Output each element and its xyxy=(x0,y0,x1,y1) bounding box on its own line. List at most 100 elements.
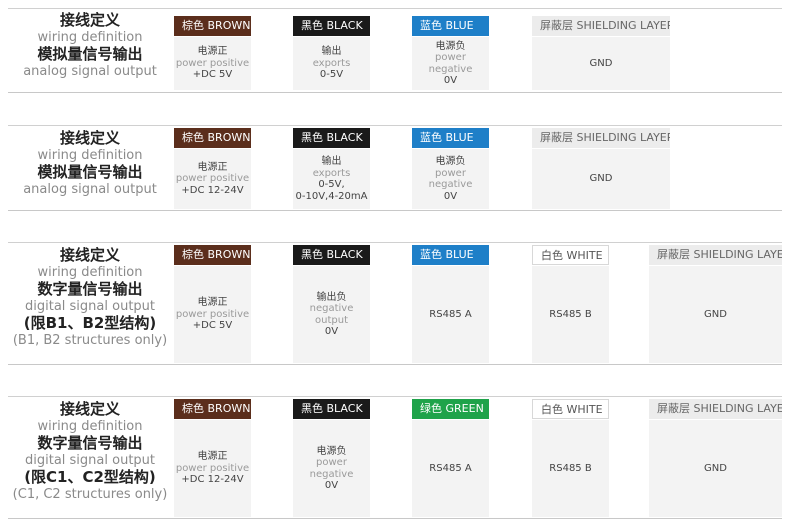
header-en: BROWN xyxy=(207,402,251,415)
label-line: 接线定义 xyxy=(59,129,120,147)
cell-blue: 电源负 power negative 0V xyxy=(412,149,489,209)
cell-white: RS485 B xyxy=(532,266,609,363)
cell-black: 输出 exports 0-5V, 0-10V,4-20mA xyxy=(293,149,370,209)
header-en: GREEN xyxy=(445,402,484,415)
header-cn: 黑色 xyxy=(301,131,323,144)
cell-white: RS485 B xyxy=(532,420,609,517)
label-line: 模拟量信号输出 xyxy=(37,163,143,181)
cell-blue: RS485 A xyxy=(412,266,489,363)
header-en: BLACK xyxy=(326,402,363,415)
header-en: WHITE xyxy=(566,403,603,416)
header-shield: 屏蔽层 SHIELDING LAYER xyxy=(532,128,670,148)
cell-black: 电源负 power negative 0V xyxy=(293,420,370,517)
cell-en: negative output xyxy=(309,303,354,326)
header-en: BLUE xyxy=(445,19,474,32)
header-en: BLACK xyxy=(326,248,363,261)
cell-brown: 电源正 power positive +DC 5V xyxy=(174,37,251,90)
header-cn: 棕色 xyxy=(182,131,204,144)
header-cn: 屏蔽层 xyxy=(540,131,573,144)
label-line: analog signal output xyxy=(23,182,157,197)
cell-cn: 电源负 xyxy=(435,156,466,167)
header-en: BROWN xyxy=(207,19,251,32)
header-cn: 棕色 xyxy=(182,248,204,261)
label-line: wiring definition xyxy=(37,30,143,45)
cell-value: RS485 B xyxy=(549,462,592,474)
cell-en: power negative xyxy=(428,52,473,75)
table-label: 接线定义 wiring definition 模拟量信号输出 analog si… xyxy=(8,12,172,80)
cell-value: 0-5V xyxy=(319,69,344,81)
header-shield: 屏蔽层 SHIELDING LAYER xyxy=(649,399,782,419)
header-en: BLACK xyxy=(326,19,363,32)
header-blue: 蓝色 BLUE xyxy=(412,128,489,148)
header-cn: 绿色 xyxy=(420,402,442,415)
cell-en: power positive xyxy=(175,462,250,474)
cell-shield: GND xyxy=(532,37,670,90)
cell-en: power positive xyxy=(175,173,250,185)
label-line: 接线定义 xyxy=(59,11,120,29)
wiring-table-4: 接线定义 wiring definition 数字量信号输出 digital s… xyxy=(8,396,782,519)
header-en: BLUE xyxy=(445,131,474,144)
cell-value: GND xyxy=(589,173,613,185)
label-line: wiring definition xyxy=(37,148,143,163)
header-cn: 黑色 xyxy=(301,248,323,261)
cell-en: power negative xyxy=(428,167,473,191)
header-blue: 蓝色 BLUE xyxy=(412,16,489,36)
header-en: BLACK xyxy=(326,131,363,144)
cell-en: power positive xyxy=(175,308,250,320)
cell-cn: 电源正 xyxy=(197,161,228,173)
header-cn: 白色 xyxy=(541,249,563,262)
cell-shield: GND xyxy=(649,266,782,363)
header-black: 黑色 BLACK xyxy=(293,399,370,419)
cell-black: 输出负 negative output 0V xyxy=(293,266,370,363)
label-line: analog signal output xyxy=(23,64,157,79)
header-cn: 蓝色 xyxy=(420,248,442,261)
header-shield: 屏蔽层 SHIELDING LAYER xyxy=(649,245,782,265)
header-cn: 棕色 xyxy=(182,19,204,32)
label-line: 数字量信号输出 xyxy=(37,434,143,452)
label-line: digital signal output xyxy=(25,299,155,314)
wiring-table-2: 接线定义 wiring definition 模拟量信号输出 analog si… xyxy=(8,125,782,211)
cell-value: +DC 5V xyxy=(192,320,233,332)
header-black: 黑色 BLACK xyxy=(293,245,370,265)
header-cn: 黑色 xyxy=(301,402,323,415)
label-line: 模拟量信号输出 xyxy=(37,45,143,63)
header-cn: 屏蔽层 xyxy=(657,248,690,261)
cell-value: 0-10V,4-20mA xyxy=(295,190,368,202)
cell-value: RS485 A xyxy=(429,308,472,320)
header-cn: 白色 xyxy=(541,403,563,416)
header-white: 白色 WHITE xyxy=(532,245,609,265)
label-line: wiring definition xyxy=(37,265,143,280)
header-brown: 棕色 BROWN xyxy=(174,16,251,36)
cell-black: 输出 exports 0-5V xyxy=(293,37,370,90)
cell-value: +DC 12-24V xyxy=(181,184,244,196)
cell-value: 0V xyxy=(324,326,339,337)
cell-brown: 电源正 power positive +DC 5V xyxy=(174,266,251,363)
cell-cn: 电源负 xyxy=(316,445,347,457)
table-label: 接线定义 wiring definition 模拟量信号输出 analog si… xyxy=(8,130,172,198)
label-line: digital signal output xyxy=(25,453,155,468)
cell-cn: 电源正 xyxy=(197,297,228,309)
label-line: (B1, B2 structures only) xyxy=(12,333,168,348)
cell-value: 0V xyxy=(324,480,339,491)
header-blue: 蓝色 BLUE xyxy=(412,245,489,265)
cell-shield: GND xyxy=(649,420,782,517)
header-cn: 屏蔽层 xyxy=(657,402,690,415)
header-white: 白色 WHITE xyxy=(532,399,609,419)
header-cn: 屏蔽层 xyxy=(540,19,573,32)
cell-cn: 电源负 xyxy=(435,40,466,52)
cell-en: exports xyxy=(312,57,351,69)
header-black: 黑色 BLACK xyxy=(293,128,370,148)
cell-cn: 电源正 xyxy=(197,451,228,463)
cell-value: +DC 5V xyxy=(192,69,233,81)
label-line: 接线定义 xyxy=(59,246,120,264)
cell-value: RS485 B xyxy=(549,308,592,320)
cell-en: exports xyxy=(312,167,351,179)
header-cn: 蓝色 xyxy=(420,19,442,32)
cell-value: GND xyxy=(589,57,613,69)
header-cn: 黑色 xyxy=(301,19,323,32)
header-black: 黑色 BLACK xyxy=(293,16,370,36)
cell-value: RS485 A xyxy=(429,462,472,474)
cell-shield: GND xyxy=(532,149,670,209)
label-line: (限B1、B2型结构) xyxy=(23,314,157,332)
header-en: SHIELDING LAYER xyxy=(693,248,783,261)
